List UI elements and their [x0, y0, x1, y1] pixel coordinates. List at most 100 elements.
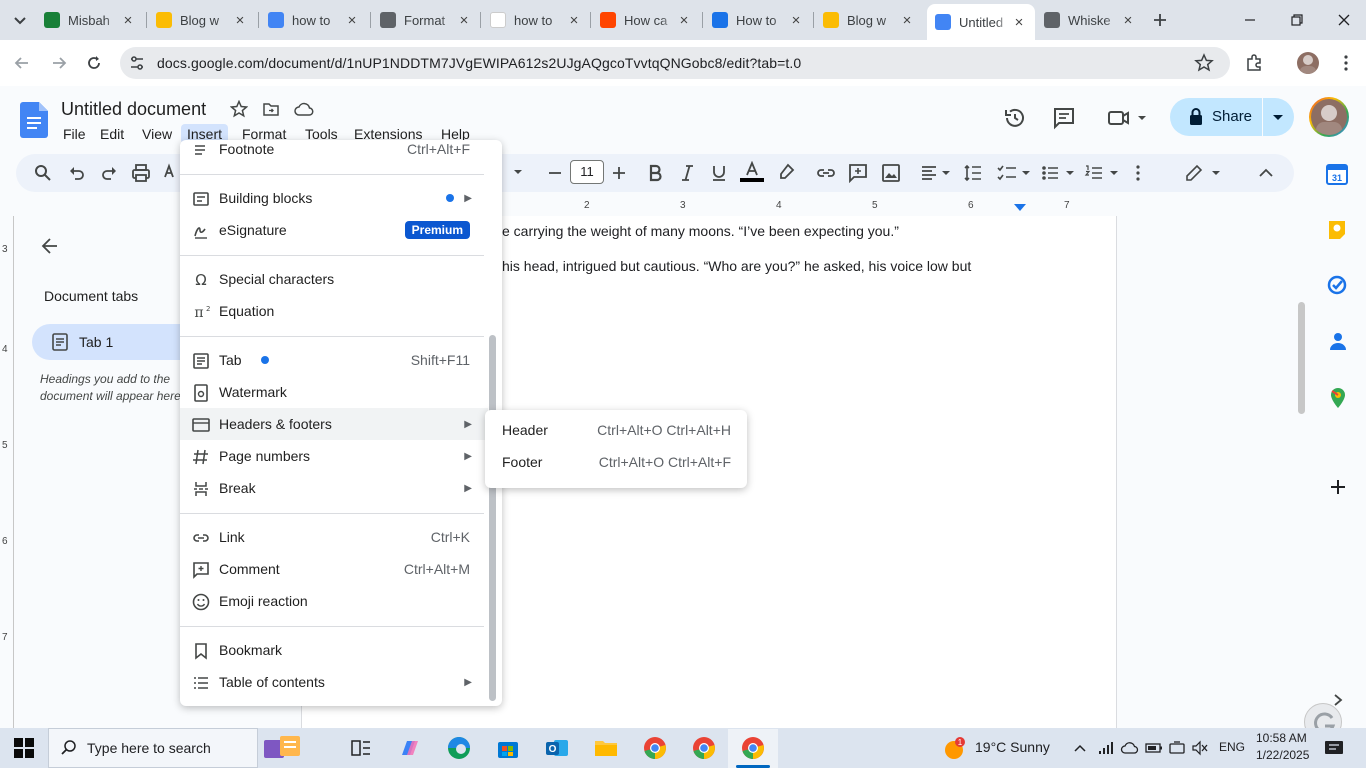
insert-menu-scrollbar[interactable]: [489, 335, 496, 701]
print-button[interactable]: [131, 163, 151, 183]
underline-button[interactable]: [710, 163, 728, 183]
browser-tab[interactable]: Format ×: [372, 5, 480, 35]
clock-date[interactable]: 1/22/2025: [1256, 748, 1309, 762]
insert-menu-item-break[interactable]: Break ▶: [180, 472, 488, 504]
search-highlight-icon[interactable]: [262, 732, 302, 764]
account-avatar[interactable]: [1309, 97, 1349, 137]
show-hidden-icons-button[interactable]: [1072, 740, 1088, 756]
numbered-list-button[interactable]: [1084, 163, 1120, 183]
close-icon[interactable]: ×: [788, 12, 804, 29]
insert-menu-item-page-numbers[interactable]: Page numbers ▶: [180, 440, 488, 472]
close-icon[interactable]: ×: [1011, 14, 1027, 31]
meet-button[interactable]: [1106, 106, 1148, 130]
volume-muted-icon[interactable]: [1191, 740, 1209, 756]
add-app-button[interactable]: [1328, 477, 1348, 497]
move-folder-button[interactable]: [262, 100, 280, 118]
search-menus-button[interactable]: [33, 163, 53, 183]
language-indicator[interactable]: ENG: [1219, 740, 1245, 754]
increase-font-button[interactable]: [610, 163, 628, 183]
undo-button[interactable]: [67, 163, 87, 183]
browser-tab[interactable]: how to ×: [482, 5, 590, 35]
insert-menu-item-bookmark[interactable]: Bookmark: [180, 634, 488, 666]
url-text[interactable]: docs.google.com/document/d/1nUP1NDDTM7JV…: [157, 55, 801, 71]
calendar-app-button[interactable]: 31: [1326, 163, 1348, 185]
insert-menu-item-emoji-reaction[interactable]: Emoji reaction: [180, 585, 488, 617]
extensions-button[interactable]: [1244, 53, 1264, 73]
close-icon[interactable]: ×: [120, 12, 136, 29]
close-icon[interactable]: ×: [899, 12, 915, 29]
browser-tab[interactable]: How ca ×: [592, 5, 700, 35]
insert-menu-item-link[interactable]: Link Ctrl+K: [180, 521, 488, 553]
add-comment-button[interactable]: [848, 163, 868, 183]
close-window-button[interactable]: [1334, 10, 1354, 30]
ruler-indent-marker[interactable]: [1014, 204, 1026, 212]
insert-link-button[interactable]: [816, 163, 836, 183]
close-icon[interactable]: ×: [566, 12, 582, 29]
network-icon[interactable]: [1097, 740, 1115, 756]
highlight-button[interactable]: [776, 162, 796, 182]
browser-tab[interactable]: How to ×: [704, 5, 812, 35]
start-button[interactable]: [14, 738, 34, 758]
close-icon[interactable]: ×: [456, 12, 472, 29]
restore-button[interactable]: [1287, 10, 1307, 30]
insert-menu-item-special-characters[interactable]: Ω Special characters: [180, 263, 488, 295]
browser-tab[interactable]: Untitled ×: [927, 4, 1035, 40]
tasks-app-button[interactable]: [1327, 275, 1347, 295]
checklist-button[interactable]: [996, 163, 1032, 183]
cloud-status-icon[interactable]: [294, 100, 314, 118]
profile-avatar[interactable]: [1297, 52, 1319, 74]
battery-icon[interactable]: [1145, 741, 1163, 755]
chrome-active-button[interactable]: [740, 735, 766, 761]
minimize-button[interactable]: [1240, 10, 1260, 30]
back-button[interactable]: [12, 53, 32, 73]
insert-menu-item-watermark[interactable]: Watermark: [180, 376, 488, 408]
site-info-icon[interactable]: [128, 54, 146, 72]
vertical-ruler[interactable]: 3 4 5 6 7: [0, 216, 14, 728]
decrease-font-button[interactable]: [546, 163, 564, 183]
menu-view[interactable]: View: [136, 124, 178, 144]
browser-tab[interactable]: Whiske ×: [1036, 5, 1144, 35]
store-button[interactable]: [495, 735, 521, 761]
close-icon[interactable]: ×: [676, 12, 692, 29]
close-icon[interactable]: ×: [1120, 12, 1136, 29]
notifications-button[interactable]: [1324, 739, 1344, 757]
contacts-app-button[interactable]: [1328, 331, 1348, 351]
insert-menu-item-comment[interactable]: Comment Ctrl+Alt+M: [180, 553, 488, 585]
document-title[interactable]: Untitled document: [61, 99, 206, 120]
close-icon[interactable]: ×: [232, 12, 248, 29]
browser-tab[interactable]: how to ×: [260, 5, 368, 35]
submenu-item-footer[interactable]: Footer Ctrl+Alt+O Ctrl+Alt+F: [485, 447, 747, 479]
menu-edit[interactable]: Edit: [94, 124, 130, 144]
vpn-cloud-icon[interactable]: [1120, 740, 1140, 756]
maps-app-button[interactable]: [1329, 387, 1347, 409]
insert-menu-item-footnote[interactable]: Footnote Ctrl+Alt+F: [180, 133, 488, 165]
edge-button[interactable]: [446, 735, 472, 761]
browser-tab[interactable]: Blog w ×: [815, 5, 923, 35]
weather-text[interactable]: 19°C Sunny: [975, 739, 1050, 755]
keep-app-button[interactable]: [1327, 219, 1347, 241]
hide-menus-button[interactable]: [1256, 163, 1276, 183]
redo-button[interactable]: [99, 163, 119, 183]
close-tabs-panel-button[interactable]: [40, 236, 60, 256]
insert-image-button[interactable]: [881, 163, 901, 183]
insert-menu-item-tab[interactable]: Tab Shift+F11: [180, 344, 488, 376]
italic-button[interactable]: [678, 163, 696, 183]
spellcheck-button[interactable]: [163, 163, 181, 183]
insert-menu-item-headers-footers[interactable]: Headers & footers ▶: [180, 408, 488, 440]
paragraph-line[interactable]: his head, intrigued but cautious. “Who a…: [502, 258, 971, 274]
insert-menu-item-building-blocks[interactable]: Building blocks ▶: [180, 182, 488, 214]
editing-mode-button[interactable]: [1184, 163, 1224, 183]
browser-tab[interactable]: Misbah ×: [36, 5, 144, 35]
forward-button[interactable]: [49, 53, 69, 73]
font-dropdown-caret[interactable]: [512, 166, 524, 178]
star-document-button[interactable]: [230, 100, 248, 118]
file-explorer-button[interactable]: [593, 735, 619, 761]
task-view-button[interactable]: [348, 735, 374, 761]
align-button[interactable]: [920, 163, 952, 183]
tab-search-button[interactable]: [10, 10, 30, 30]
submenu-item-header[interactable]: Header Ctrl+Alt+O Ctrl+Alt+H: [485, 415, 747, 447]
chrome-button[interactable]: [642, 735, 668, 761]
new-tab-button[interactable]: [1150, 10, 1170, 30]
clock-time[interactable]: 10:58 AM: [1256, 731, 1307, 745]
chrome-profile-button[interactable]: [691, 735, 717, 761]
